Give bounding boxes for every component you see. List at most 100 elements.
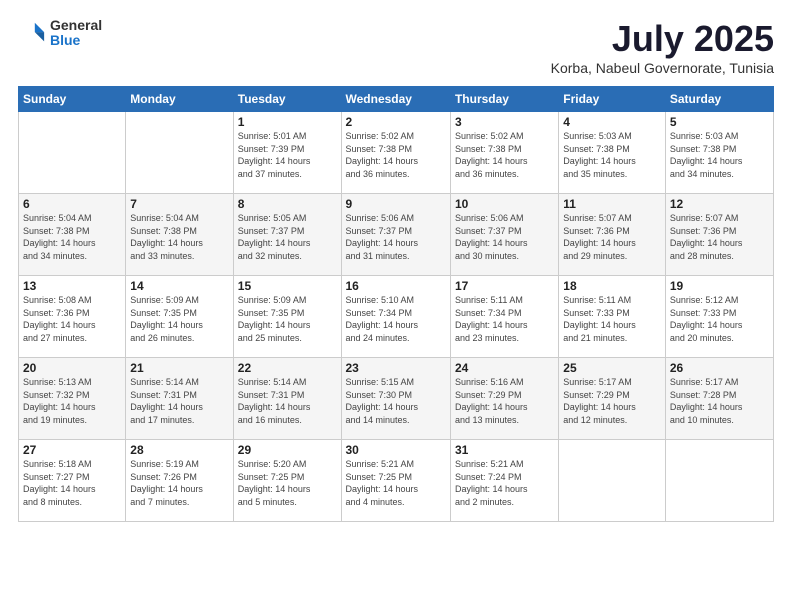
day-info: Sunrise: 5:08 AM Sunset: 7:36 PM Dayligh… bbox=[23, 294, 121, 344]
logo-blue-label: Blue bbox=[50, 33, 102, 48]
day-info: Sunrise: 5:02 AM Sunset: 7:38 PM Dayligh… bbox=[346, 130, 446, 180]
table-row: 2Sunrise: 5:02 AM Sunset: 7:38 PM Daylig… bbox=[341, 112, 450, 194]
day-number: 26 bbox=[670, 361, 769, 375]
table-row: 4Sunrise: 5:03 AM Sunset: 7:38 PM Daylig… bbox=[559, 112, 666, 194]
day-number: 4 bbox=[563, 115, 661, 129]
day-number: 15 bbox=[238, 279, 337, 293]
table-row: 23Sunrise: 5:15 AM Sunset: 7:30 PM Dayli… bbox=[341, 358, 450, 440]
day-info: Sunrise: 5:14 AM Sunset: 7:31 PM Dayligh… bbox=[238, 376, 337, 426]
logo-general-label: General bbox=[50, 18, 102, 33]
col-wednesday: Wednesday bbox=[341, 87, 450, 112]
day-info: Sunrise: 5:07 AM Sunset: 7:36 PM Dayligh… bbox=[670, 212, 769, 262]
table-row: 24Sunrise: 5:16 AM Sunset: 7:29 PM Dayli… bbox=[450, 358, 558, 440]
day-info: Sunrise: 5:15 AM Sunset: 7:30 PM Dayligh… bbox=[346, 376, 446, 426]
logo-text: General Blue bbox=[50, 18, 102, 49]
day-number: 11 bbox=[563, 197, 661, 211]
logo-icon bbox=[18, 19, 46, 47]
table-row: 13Sunrise: 5:08 AM Sunset: 7:36 PM Dayli… bbox=[19, 276, 126, 358]
table-row: 25Sunrise: 5:17 AM Sunset: 7:29 PM Dayli… bbox=[559, 358, 666, 440]
day-info: Sunrise: 5:17 AM Sunset: 7:28 PM Dayligh… bbox=[670, 376, 769, 426]
table-row: 15Sunrise: 5:09 AM Sunset: 7:35 PM Dayli… bbox=[233, 276, 341, 358]
location-label: Korba, Nabeul Governorate, Tunisia bbox=[551, 60, 774, 76]
table-row: 1Sunrise: 5:01 AM Sunset: 7:39 PM Daylig… bbox=[233, 112, 341, 194]
day-number: 22 bbox=[238, 361, 337, 375]
day-number: 25 bbox=[563, 361, 661, 375]
table-row: 3Sunrise: 5:02 AM Sunset: 7:38 PM Daylig… bbox=[450, 112, 558, 194]
col-monday: Monday bbox=[126, 87, 233, 112]
table-row: 17Sunrise: 5:11 AM Sunset: 7:34 PM Dayli… bbox=[450, 276, 558, 358]
day-info: Sunrise: 5:14 AM Sunset: 7:31 PM Dayligh… bbox=[130, 376, 228, 426]
table-row: 7Sunrise: 5:04 AM Sunset: 7:38 PM Daylig… bbox=[126, 194, 233, 276]
day-number: 28 bbox=[130, 443, 228, 457]
table-row bbox=[126, 112, 233, 194]
calendar-table: Sunday Monday Tuesday Wednesday Thursday… bbox=[18, 86, 774, 522]
table-row: 12Sunrise: 5:07 AM Sunset: 7:36 PM Dayli… bbox=[665, 194, 773, 276]
day-info: Sunrise: 5:04 AM Sunset: 7:38 PM Dayligh… bbox=[130, 212, 228, 262]
day-info: Sunrise: 5:09 AM Sunset: 7:35 PM Dayligh… bbox=[130, 294, 228, 344]
day-info: Sunrise: 5:02 AM Sunset: 7:38 PM Dayligh… bbox=[455, 130, 554, 180]
table-row: 10Sunrise: 5:06 AM Sunset: 7:37 PM Dayli… bbox=[450, 194, 558, 276]
table-row: 31Sunrise: 5:21 AM Sunset: 7:24 PM Dayli… bbox=[450, 440, 558, 522]
calendar-week-4: 20Sunrise: 5:13 AM Sunset: 7:32 PM Dayli… bbox=[19, 358, 774, 440]
day-info: Sunrise: 5:10 AM Sunset: 7:34 PM Dayligh… bbox=[346, 294, 446, 344]
day-number: 7 bbox=[130, 197, 228, 211]
day-number: 18 bbox=[563, 279, 661, 293]
calendar-week-3: 13Sunrise: 5:08 AM Sunset: 7:36 PM Dayli… bbox=[19, 276, 774, 358]
col-sunday: Sunday bbox=[19, 87, 126, 112]
day-number: 9 bbox=[346, 197, 446, 211]
day-number: 30 bbox=[346, 443, 446, 457]
title-section: July 2025 Korba, Nabeul Governorate, Tun… bbox=[551, 18, 774, 76]
day-info: Sunrise: 5:17 AM Sunset: 7:29 PM Dayligh… bbox=[563, 376, 661, 426]
day-number: 24 bbox=[455, 361, 554, 375]
day-info: Sunrise: 5:06 AM Sunset: 7:37 PM Dayligh… bbox=[455, 212, 554, 262]
header: General Blue July 2025 Korba, Nabeul Gov… bbox=[18, 18, 774, 76]
col-friday: Friday bbox=[559, 87, 666, 112]
day-info: Sunrise: 5:18 AM Sunset: 7:27 PM Dayligh… bbox=[23, 458, 121, 508]
col-saturday: Saturday bbox=[665, 87, 773, 112]
table-row: 11Sunrise: 5:07 AM Sunset: 7:36 PM Dayli… bbox=[559, 194, 666, 276]
day-number: 1 bbox=[238, 115, 337, 129]
table-row: 30Sunrise: 5:21 AM Sunset: 7:25 PM Dayli… bbox=[341, 440, 450, 522]
day-info: Sunrise: 5:03 AM Sunset: 7:38 PM Dayligh… bbox=[670, 130, 769, 180]
day-info: Sunrise: 5:16 AM Sunset: 7:29 PM Dayligh… bbox=[455, 376, 554, 426]
day-info: Sunrise: 5:21 AM Sunset: 7:24 PM Dayligh… bbox=[455, 458, 554, 508]
table-row bbox=[559, 440, 666, 522]
day-info: Sunrise: 5:09 AM Sunset: 7:35 PM Dayligh… bbox=[238, 294, 337, 344]
calendar-week-1: 1Sunrise: 5:01 AM Sunset: 7:39 PM Daylig… bbox=[19, 112, 774, 194]
day-number: 20 bbox=[23, 361, 121, 375]
table-row: 26Sunrise: 5:17 AM Sunset: 7:28 PM Dayli… bbox=[665, 358, 773, 440]
table-row: 22Sunrise: 5:14 AM Sunset: 7:31 PM Dayli… bbox=[233, 358, 341, 440]
day-number: 21 bbox=[130, 361, 228, 375]
day-info: Sunrise: 5:11 AM Sunset: 7:33 PM Dayligh… bbox=[563, 294, 661, 344]
day-number: 17 bbox=[455, 279, 554, 293]
day-info: Sunrise: 5:19 AM Sunset: 7:26 PM Dayligh… bbox=[130, 458, 228, 508]
calendar-week-5: 27Sunrise: 5:18 AM Sunset: 7:27 PM Dayli… bbox=[19, 440, 774, 522]
table-row: 19Sunrise: 5:12 AM Sunset: 7:33 PM Dayli… bbox=[665, 276, 773, 358]
day-number: 16 bbox=[346, 279, 446, 293]
day-info: Sunrise: 5:12 AM Sunset: 7:33 PM Dayligh… bbox=[670, 294, 769, 344]
day-number: 31 bbox=[455, 443, 554, 457]
table-row: 5Sunrise: 5:03 AM Sunset: 7:38 PM Daylig… bbox=[665, 112, 773, 194]
table-row: 18Sunrise: 5:11 AM Sunset: 7:33 PM Dayli… bbox=[559, 276, 666, 358]
day-number: 29 bbox=[238, 443, 337, 457]
table-row: 21Sunrise: 5:14 AM Sunset: 7:31 PM Dayli… bbox=[126, 358, 233, 440]
col-thursday: Thursday bbox=[450, 87, 558, 112]
calendar-header-row: Sunday Monday Tuesday Wednesday Thursday… bbox=[19, 87, 774, 112]
table-row bbox=[19, 112, 126, 194]
day-number: 5 bbox=[670, 115, 769, 129]
table-row: 6Sunrise: 5:04 AM Sunset: 7:38 PM Daylig… bbox=[19, 194, 126, 276]
table-row: 8Sunrise: 5:05 AM Sunset: 7:37 PM Daylig… bbox=[233, 194, 341, 276]
day-number: 8 bbox=[238, 197, 337, 211]
table-row: 20Sunrise: 5:13 AM Sunset: 7:32 PM Dayli… bbox=[19, 358, 126, 440]
page: General Blue July 2025 Korba, Nabeul Gov… bbox=[0, 0, 792, 612]
day-number: 2 bbox=[346, 115, 446, 129]
col-tuesday: Tuesday bbox=[233, 87, 341, 112]
table-row: 14Sunrise: 5:09 AM Sunset: 7:35 PM Dayli… bbox=[126, 276, 233, 358]
day-number: 12 bbox=[670, 197, 769, 211]
day-info: Sunrise: 5:01 AM Sunset: 7:39 PM Dayligh… bbox=[238, 130, 337, 180]
table-row: 16Sunrise: 5:10 AM Sunset: 7:34 PM Dayli… bbox=[341, 276, 450, 358]
day-info: Sunrise: 5:21 AM Sunset: 7:25 PM Dayligh… bbox=[346, 458, 446, 508]
table-row: 9Sunrise: 5:06 AM Sunset: 7:37 PM Daylig… bbox=[341, 194, 450, 276]
logo: General Blue bbox=[18, 18, 102, 49]
day-info: Sunrise: 5:04 AM Sunset: 7:38 PM Dayligh… bbox=[23, 212, 121, 262]
